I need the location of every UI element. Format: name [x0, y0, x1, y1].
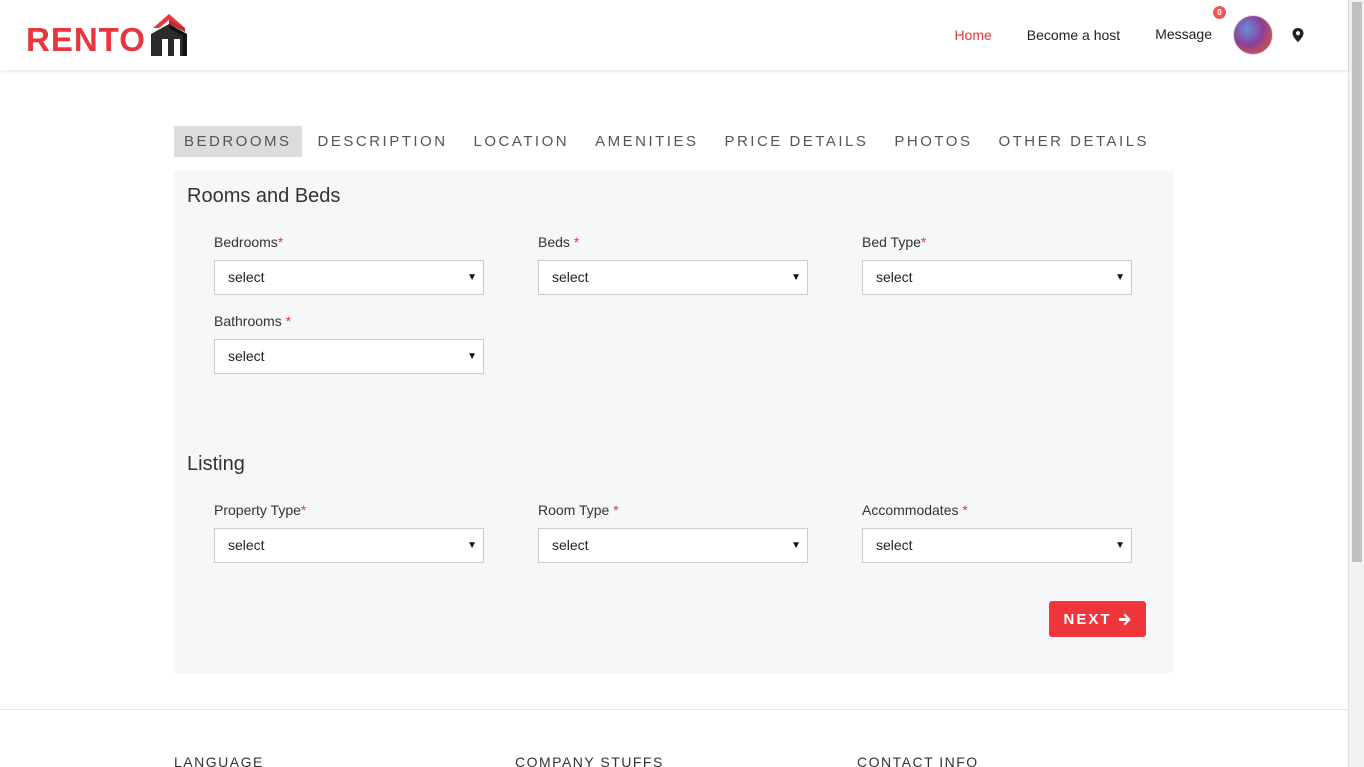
accommodates-select[interactable]: select ▼: [862, 528, 1132, 563]
top-navbar: RENTO Home Become a host Message 0: [0, 0, 1348, 70]
footer-company-heading: COMPANY STUFFS: [515, 754, 664, 767]
dropdown-caret-icon: ▼: [467, 351, 477, 362]
bedrooms-label: Bedrooms*: [214, 234, 284, 250]
main-nav: Home Become a host Message 0: [954, 0, 1348, 70]
rooms-and-beds-heading: Rooms and Beds: [187, 185, 341, 207]
accommodates-field: Accommodates * select ▼: [862, 502, 1132, 563]
dropdown-caret-icon: ▼: [791, 540, 801, 551]
listing-heading: Listing: [187, 453, 245, 475]
room-type-label: Room Type *: [538, 502, 619, 518]
tab-location[interactable]: LOCATION: [464, 126, 580, 157]
arrow-right-icon: [1118, 613, 1131, 625]
message-count-badge: 0: [1213, 6, 1226, 19]
footer-language-heading: LANGUAGE: [174, 754, 264, 767]
footer-contact-heading: CONTACT INFO: [857, 754, 979, 767]
user-avatar[interactable]: [1233, 15, 1273, 55]
bed-type-label: Bed Type*: [862, 234, 927, 250]
dropdown-caret-icon: ▼: [467, 540, 477, 551]
bathrooms-label: Bathrooms *: [214, 313, 292, 329]
bed-type-field: Bed Type* select ▼: [862, 234, 1132, 295]
nav-home-link[interactable]: Home: [954, 27, 991, 43]
footer-divider: [0, 709, 1348, 710]
tab-bedrooms[interactable]: BEDROOMS: [174, 126, 302, 157]
dropdown-caret-icon: ▼: [1115, 272, 1125, 283]
dropdown-caret-icon: ▼: [1115, 540, 1125, 551]
property-type-select[interactable]: select ▼: [214, 528, 484, 563]
accommodates-label: Accommodates *: [862, 502, 968, 518]
bedrooms-form-panel: Rooms and Beds Bedrooms* select ▼ Beds * …: [174, 171, 1173, 673]
beds-field: Beds * select ▼: [538, 234, 808, 295]
bedrooms-select[interactable]: select ▼: [214, 260, 484, 295]
page-scrollbar[interactable]: [1348, 0, 1364, 767]
nav-become-host-link[interactable]: Become a host: [1027, 27, 1120, 43]
location-pin-icon[interactable]: [1292, 28, 1304, 42]
next-button-label: NEXT: [1063, 610, 1112, 628]
bathrooms-field: Bathrooms * select ▼: [214, 313, 484, 374]
listing-steps-tabs: BEDROOMS DESCRIPTION LOCATION AMENITIES …: [174, 126, 1165, 157]
bathrooms-select[interactable]: select ▼: [214, 339, 484, 374]
scrollbar-thumb[interactable]: [1352, 2, 1362, 562]
beds-label: Beds *: [538, 234, 580, 250]
tab-description[interactable]: DESCRIPTION: [308, 126, 458, 157]
bedrooms-field: Bedrooms* select ▼: [214, 234, 484, 295]
dropdown-caret-icon: ▼: [467, 272, 477, 283]
tab-other-details[interactable]: OTHER DETAILS: [988, 126, 1159, 157]
tab-amenities[interactable]: AMENITIES: [585, 126, 708, 157]
rento-logo[interactable]: RENTO: [26, 12, 191, 60]
property-type-label: Property Type*: [214, 502, 307, 518]
room-type-field: Room Type * select ▼: [538, 502, 808, 563]
next-button[interactable]: NEXT: [1049, 601, 1146, 637]
tab-photos[interactable]: PHOTOS: [884, 126, 982, 157]
logo-text: RENTO: [26, 21, 146, 58]
nav-message-link[interactable]: Message: [1155, 26, 1212, 42]
dropdown-caret-icon: ▼: [791, 272, 801, 283]
house-logo-icon: [150, 14, 187, 56]
room-type-select[interactable]: select ▼: [538, 528, 808, 563]
message-link-wrapper: Message 0: [1155, 6, 1226, 44]
tab-price-details[interactable]: PRICE DETAILS: [714, 126, 878, 157]
bed-type-select[interactable]: select ▼: [862, 260, 1132, 295]
beds-select[interactable]: select ▼: [538, 260, 808, 295]
property-type-field: Property Type* select ▼: [214, 502, 484, 563]
